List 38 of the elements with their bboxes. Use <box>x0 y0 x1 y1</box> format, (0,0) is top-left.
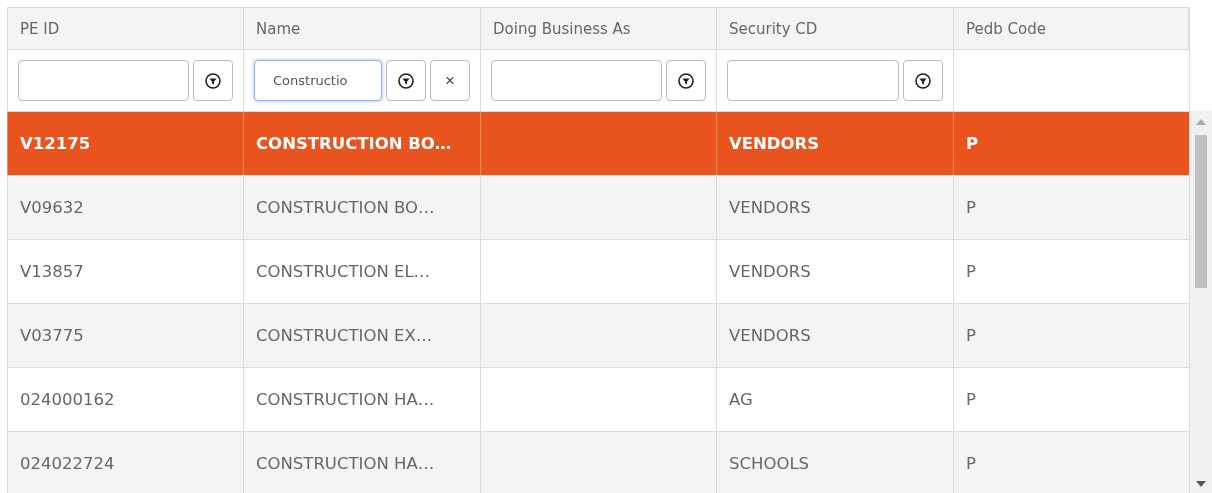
table-cell: CONSTRUCTION HA… <box>243 431 480 493</box>
table-cell: P <box>953 175 1189 239</box>
table-cell: V09632 <box>7 175 243 239</box>
table-cell: CONSTRUCTION EX… <box>243 303 480 367</box>
column-header[interactable]: Doing Business As <box>480 7 716 50</box>
table-cell: CONSTRUCTION BO… <box>243 175 480 239</box>
column-header[interactable]: Security CD <box>716 7 953 50</box>
table-cell: VENDORS <box>716 111 953 175</box>
table-cell: P <box>953 303 1189 367</box>
column-header[interactable]: Pedb Code <box>953 7 1189 50</box>
filter-field[interactable]: Constructio <box>254 60 382 101</box>
filter-icon <box>205 72 221 89</box>
filter-icon <box>398 72 414 89</box>
table-cell: V03775 <box>7 303 243 367</box>
filter-icon <box>915 72 931 89</box>
scroll-down-icon[interactable] <box>1196 481 1206 487</box>
filter-field[interactable] <box>18 60 189 101</box>
table-cell: P <box>953 431 1189 493</box>
filter-field[interactable] <box>491 60 662 101</box>
filter-field[interactable] <box>727 60 899 101</box>
filter-button[interactable] <box>666 60 706 101</box>
column-header[interactable]: Name <box>243 7 480 50</box>
scrollbar-thumb[interactable] <box>1195 135 1207 288</box>
table-cell: SCHOOLS <box>716 431 953 493</box>
table-cell: V12175 <box>7 111 243 175</box>
table-cell: 024022724 <box>7 431 243 493</box>
clear-button[interactable]: × <box>430 60 470 101</box>
filter-button[interactable] <box>193 60 233 101</box>
filter-button[interactable] <box>903 60 943 101</box>
scrollbar[interactable] <box>1189 111 1212 493</box>
table-cell: P <box>953 111 1189 175</box>
filter-button[interactable] <box>386 60 426 101</box>
filter-icon <box>678 72 694 89</box>
column-header[interactable]: PE ID <box>7 7 243 50</box>
table-cell: VENDORS <box>716 303 953 367</box>
scroll-up-icon[interactable] <box>1196 119 1206 125</box>
table-cell: CONSTRUCTION BO… <box>243 111 480 175</box>
table-cell: VENDORS <box>716 175 953 239</box>
